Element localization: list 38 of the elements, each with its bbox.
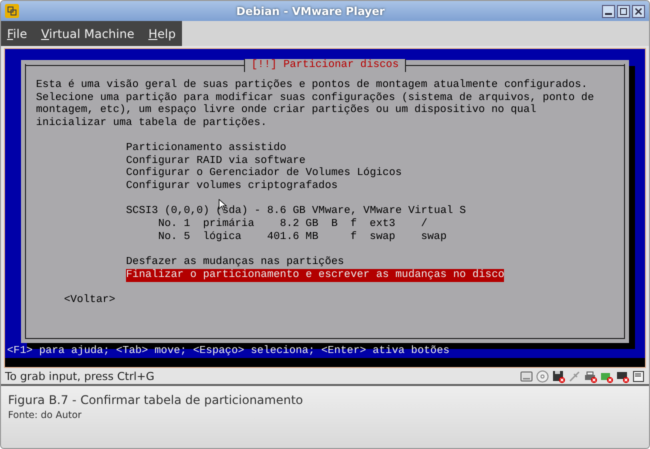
mount-point: swap <box>420 230 448 244</box>
printer-icon[interactable] <box>584 370 597 382</box>
close-icon[interactable] <box>632 4 645 18</box>
app-logo-icon <box>5 4 19 18</box>
dialog-title: [!!] Particionar discos <box>244 59 406 72</box>
menu-item[interactable]: File <box>5 26 30 40</box>
monitor-icon[interactable] <box>616 370 629 382</box>
mount-point: / <box>420 218 428 231</box>
format-flag-label: f <box>350 230 358 244</box>
menu-option[interactable]: Configurar RAID via software <box>126 154 306 168</box>
intro-text: Esta é uma visão geral de suas partições e pontos de montagem atualmente configurados. Selecione uma partição para modificar suas configurações (sistema de arquivos, ponto de montagem, etc), um espaço livre onde criar partições ou um dispositivo no qual inicializar uma tabela de partições. <box>36 79 595 130</box>
source-note: Fonte: do Autor <box>8 410 83 421</box>
partition-size: 8.2 GB <box>278 218 318 231</box>
menu-option[interactable]: Finalizar o particionamento e escrever as mudanças no disco <box>126 268 504 282</box>
minimize-icon[interactable] <box>602 4 615 18</box>
back-button[interactable]: <Voltar> <box>64 294 116 306</box>
menu-option[interactable]: Configurar volumes criptografados <box>126 180 338 193</box>
boot-flag-label: B <box>331 218 339 231</box>
filesystem: swap <box>370 230 396 244</box>
floppy-icon[interactable] <box>552 370 565 382</box>
menu-item[interactable]: Virtual Machine <box>39 26 136 40</box>
disk-entry[interactable]: SCSI3 (0,0,0) (sda) - 8.6 GB VMware, VMware Virtual S <box>126 205 614 218</box>
menu-option[interactable]: Configurar o Gerenciador de Volumes Lógicos <box>126 167 402 180</box>
partition-number: No. 1 <box>158 218 192 231</box>
window-title: Debian - VMware Player <box>235 4 386 18</box>
maximize-icon[interactable] <box>617 4 630 18</box>
status-text: To grab input, press Ctrl+G <box>5 370 156 382</box>
partition-size: 401.6 MB <box>267 230 318 244</box>
partition-number: No. 5 <box>158 230 192 244</box>
menu-option[interactable]: Particionamento assistido <box>126 142 286 155</box>
format-flag-label: f <box>350 218 358 231</box>
figure-caption: Figura B.7 - Confirmar tabela de particionamento <box>8 393 304 407</box>
menu-option[interactable]: Desfazer as mudanças nas partições <box>126 256 344 269</box>
filesystem: ext3 <box>370 218 396 231</box>
message-icon[interactable] <box>632 370 645 382</box>
partition-type: primária <box>202 218 256 231</box>
partition-type: lógica <box>202 230 242 244</box>
menu-item[interactable]: Help <box>146 26 178 40</box>
